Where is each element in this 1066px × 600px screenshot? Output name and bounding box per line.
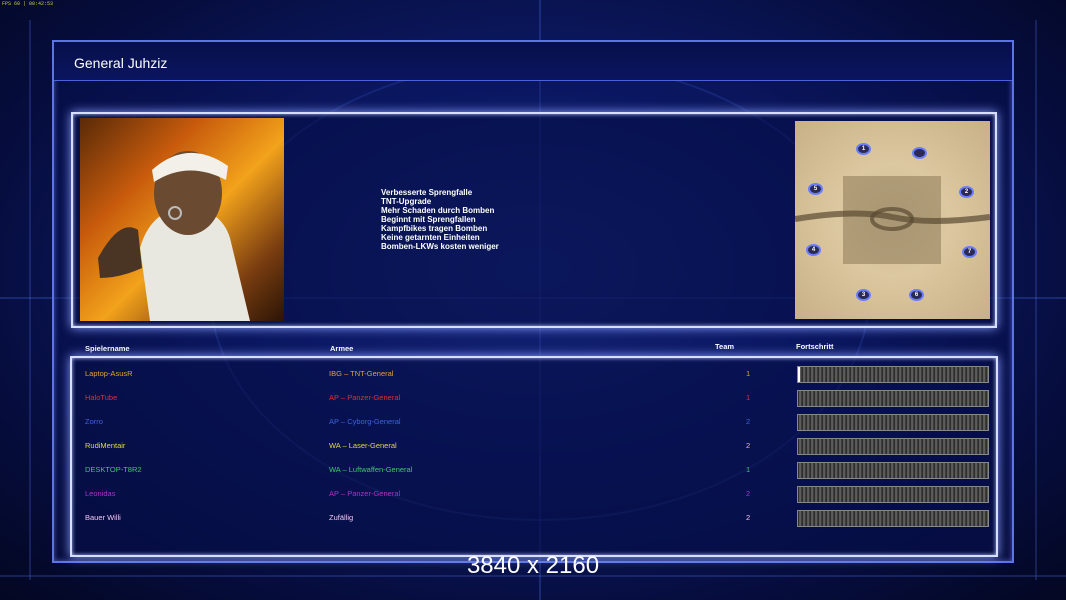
perk-item: TNT-Upgrade [381, 197, 432, 206]
loading-progress-bar [797, 366, 989, 383]
player-row[interactable]: DESKTOP-T8R2 WA – Luftwaffen-General 1 [72, 457, 996, 481]
player-army: WA – Luftwaffen-General [329, 465, 413, 474]
player-row[interactable]: Laptop-AsusR IBG – TNT-General 1 [72, 361, 996, 385]
perk-item: Verbesserte Sprengfalle [381, 188, 473, 197]
general-title: General Juhziz [74, 55, 168, 71]
start-position-marker[interactable]: 4 [806, 244, 821, 256]
player-name: Laptop-AsusR [85, 369, 133, 378]
loading-progress-fill [798, 367, 800, 382]
player-row[interactable]: Leonidas AP – Panzer-General 2 [72, 481, 996, 505]
player-team: 1 [746, 369, 751, 378]
player-army: AP – Cyborg-General [329, 417, 401, 426]
start-position-marker[interactable]: 7 [962, 246, 977, 258]
perk-item: Bomben-LKWs kosten weniger [381, 242, 499, 251]
perk-item: Beginnt mit Sprengfallen [381, 215, 476, 224]
general-portrait [80, 118, 284, 321]
header-progress: Fortschritt [796, 342, 834, 351]
start-position-marker[interactable]: 1 [856, 143, 871, 155]
player-row[interactable]: Bauer Willi Zufällig 2 [72, 505, 996, 529]
player-army: AP – Panzer-General [329, 393, 401, 402]
player-team: 2 [746, 417, 751, 426]
player-row[interactable]: RudiMentair WA – Laser-General 2 [72, 433, 996, 457]
start-position-marker[interactable]: 3 [856, 289, 871, 301]
player-team: 2 [746, 513, 751, 522]
player-army: Zufällig [329, 513, 354, 522]
player-army: AP – Panzer-General [329, 489, 401, 498]
player-name: DESKTOP-T8R2 [85, 465, 142, 474]
player-name: Zorro [85, 417, 103, 426]
map-preview: 1 2 3 4 5 6 7 [795, 121, 990, 319]
player-name: Bauer Willi [85, 513, 121, 522]
loading-progress-bar [797, 462, 989, 479]
start-position-marker[interactable]: 5 [808, 183, 823, 195]
perk-item: Kampfbikes tragen Bomben [381, 224, 488, 233]
player-team: 1 [746, 393, 751, 402]
loading-progress-bar [797, 486, 989, 503]
player-team: 2 [746, 441, 751, 450]
start-position-marker[interactable] [912, 147, 927, 159]
start-position-marker[interactable]: 6 [909, 289, 924, 301]
perk-item: Mehr Schaden durch Bomben [381, 206, 495, 215]
loading-progress-bar [797, 438, 989, 455]
header-army: Armee [330, 344, 354, 353]
player-army: IBG – TNT-General [329, 369, 394, 378]
resolution-label: 3840 x 2160 [466, 552, 600, 579]
player-army: WA – Laser-General [329, 441, 397, 450]
player-name: Leonidas [85, 489, 116, 498]
loading-progress-bar [797, 510, 989, 527]
player-name: HaloTube [85, 393, 118, 402]
loading-progress-bar [797, 390, 989, 407]
general-perks-list: Verbesserte Sprengfalle TNT-Upgrade Mehr… [381, 188, 499, 251]
title-bar [54, 42, 1012, 81]
player-team: 2 [746, 489, 751, 498]
player-row[interactable]: HaloTube AP – Panzer-General 1 [72, 385, 996, 409]
fps-counter: FPS 60 | 00:42:53 [2, 1, 54, 7]
player-name: RudiMentair [85, 441, 126, 450]
loading-progress-bar [797, 414, 989, 431]
start-position-marker[interactable]: 2 [959, 186, 974, 198]
perk-item: Keine getarnten Einheiten [381, 233, 480, 242]
player-team: 1 [746, 465, 751, 474]
header-player-name: Spielername [85, 344, 130, 353]
header-team: Team [715, 342, 735, 351]
player-row[interactable]: Zorro AP – Cyborg-General 2 [72, 409, 996, 433]
